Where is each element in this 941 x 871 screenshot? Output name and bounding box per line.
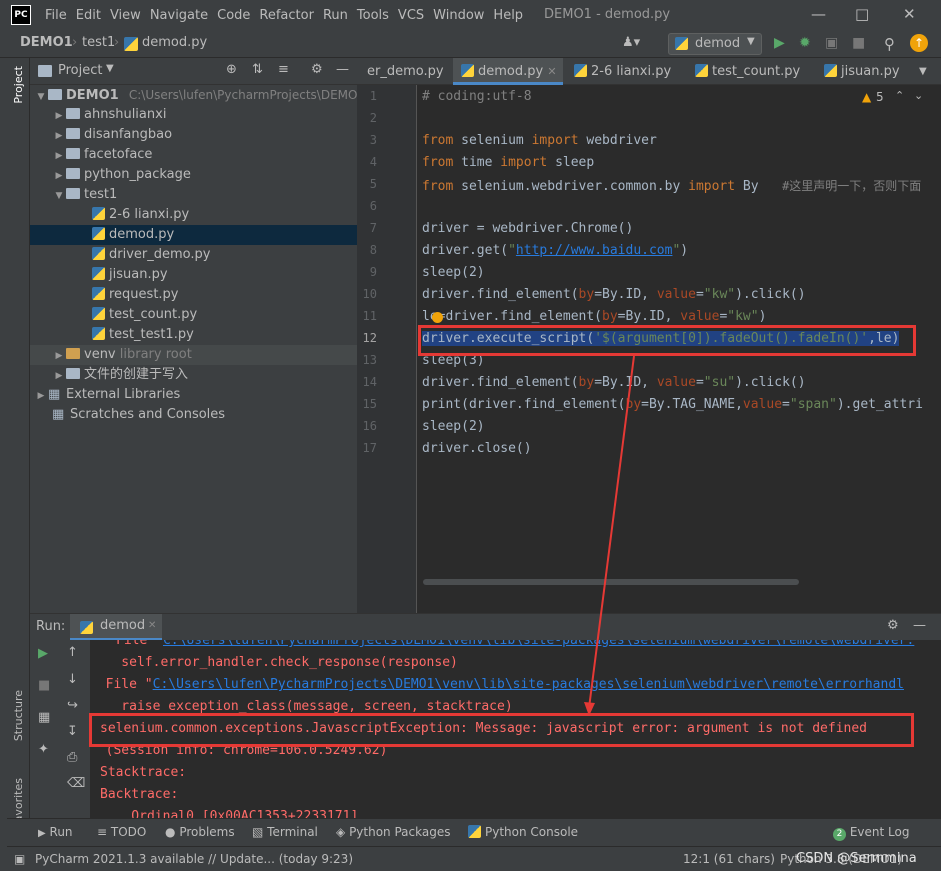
annotation-arrow-head [584,702,595,716]
annotation-arrow-line [588,355,635,709]
annotation-arrow [584,355,635,716]
